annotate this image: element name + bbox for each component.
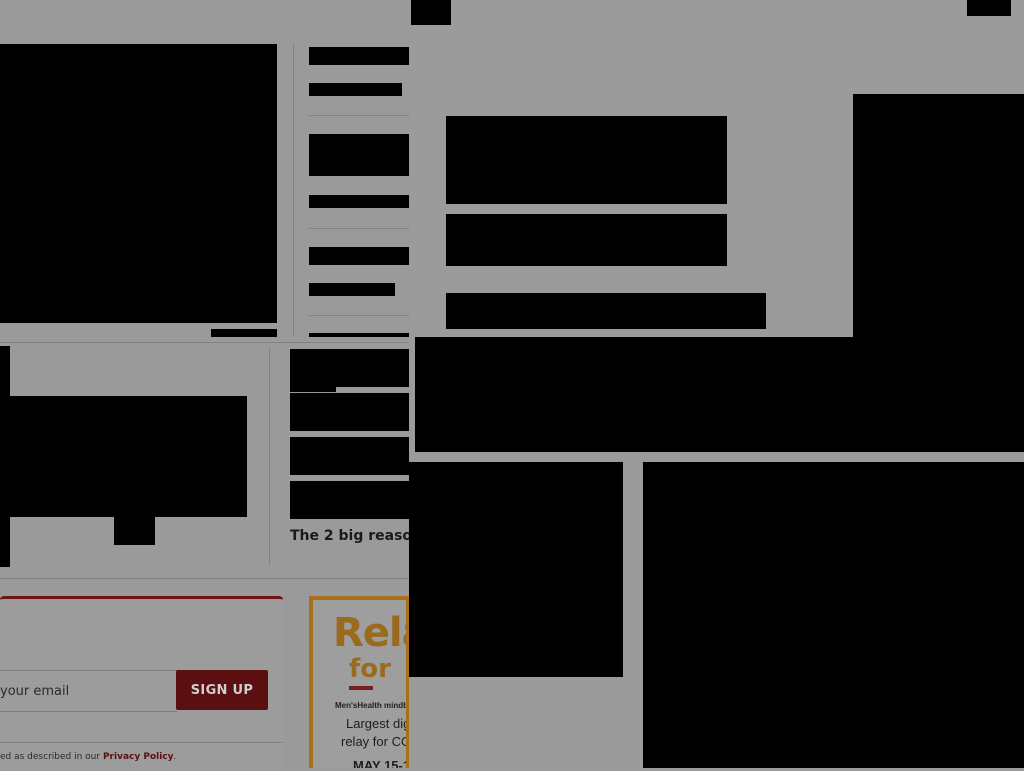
headline-item[interactable]	[309, 247, 410, 265]
relay-ad[interactable]: Relay for Men'sHealth mindbody Largest d…	[309, 596, 410, 768]
story-image	[290, 387, 336, 392]
privacy-policy-link[interactable]: Privacy Policy	[103, 752, 174, 762]
signup-button-label: SIGN UP	[190, 682, 254, 698]
email-placeholder: your email	[0, 684, 70, 699]
headline-item[interactable]	[309, 283, 395, 296]
privacy-prefix: ed as described in our	[0, 752, 101, 762]
image-credit	[211, 329, 277, 337]
story-image[interactable]	[290, 393, 410, 431]
list-divider	[309, 228, 410, 229]
modal-banner	[415, 337, 1024, 452]
story-headline-text: The 2 big reasons COVID-19	[290, 528, 420, 544]
media-image[interactable]	[0, 396, 247, 517]
modal-logo	[411, 0, 451, 25]
headline-item[interactable]	[309, 333, 410, 337]
column-divider	[269, 347, 270, 566]
list-divider	[309, 315, 410, 316]
modal-product-image[interactable]	[409, 462, 623, 677]
ad-line-1: Largest digita	[346, 716, 410, 731]
section-divider	[0, 578, 410, 579]
story-image[interactable]	[290, 349, 410, 387]
ad-relay-text: Relay	[333, 610, 406, 656]
close-icon[interactable]	[967, 0, 1011, 16]
headline-item[interactable]	[309, 195, 410, 208]
headline-item[interactable]	[309, 47, 410, 65]
section-divider	[0, 342, 410, 343]
story-headline[interactable]: The 2 big reasons COVID-19	[290, 527, 420, 545]
modal-hero-image	[853, 94, 1024, 337]
modal-product-image[interactable]	[643, 462, 1024, 768]
ad-line-2: relay for COVI	[341, 734, 410, 749]
story-image[interactable]	[290, 481, 410, 519]
headline-item[interactable]	[309, 134, 410, 176]
ad-sponsor-logos: Men'sHealth mindbody	[335, 701, 409, 710]
column-divider	[293, 44, 294, 336]
card-divider	[0, 742, 283, 743]
feature-image[interactable]	[0, 44, 277, 323]
modal-cta-button[interactable]	[446, 293, 766, 329]
story-image[interactable]	[290, 437, 410, 475]
modal-heading	[446, 116, 727, 204]
list-divider	[309, 115, 410, 116]
play-button[interactable]	[114, 517, 155, 545]
privacy-note: ed as described in our Privacy Policy.	[0, 752, 176, 762]
headline-item[interactable]	[309, 83, 402, 96]
modal-subheading	[446, 214, 727, 266]
privacy-suffix: .	[173, 752, 177, 762]
ad-underline	[349, 686, 373, 690]
ad-for-text: for	[349, 654, 391, 684]
modal-panel	[409, 0, 1024, 768]
ad-date: MAY 15-16	[353, 758, 410, 768]
signup-button[interactable]: SIGN UP	[176, 670, 268, 710]
background-page: The 2 big reasons COVID-19 your email SI…	[0, 0, 420, 771]
